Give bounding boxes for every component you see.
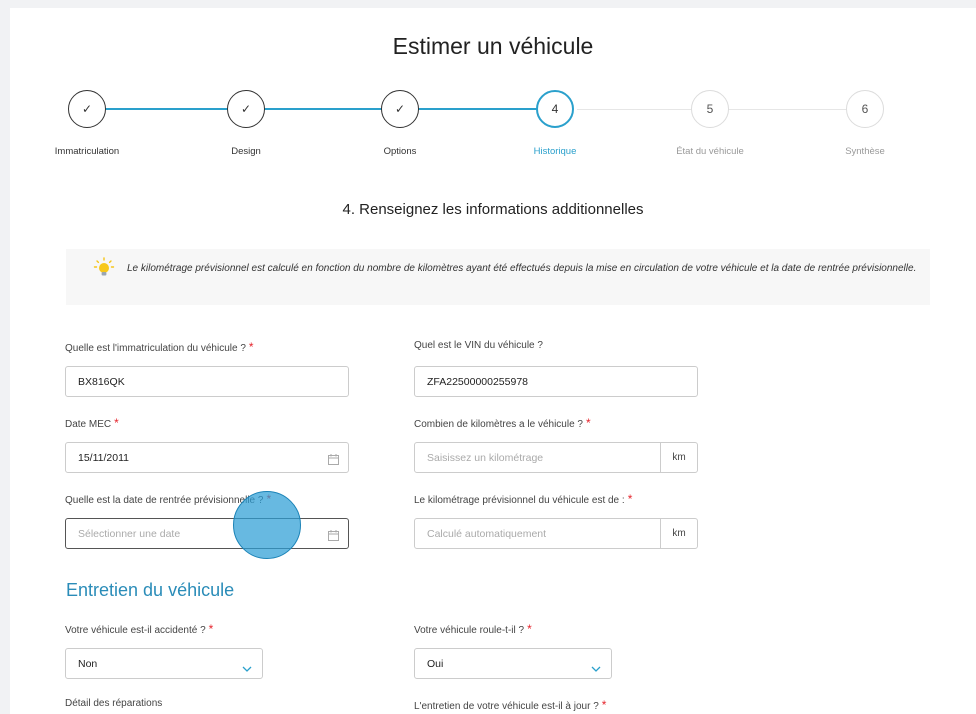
step-1-label[interactable]: Immatriculation: [27, 146, 147, 157]
calendar-icon[interactable]: [328, 528, 339, 541]
vin-label: Quel est le VIN du véhicule ?: [414, 340, 543, 351]
step-2-circle[interactable]: ✓: [227, 90, 265, 128]
step-1-circle[interactable]: ✓: [68, 90, 106, 128]
step-5-label[interactable]: État du véhicule: [650, 146, 770, 157]
step-3-circle[interactable]: ✓: [381, 90, 419, 128]
info-text: Le kilométrage prévisionnel est calculé …: [127, 263, 917, 274]
km-label: Combien de kilomètres a le véhicule ? *: [414, 416, 591, 430]
step-5-circle[interactable]: 5: [691, 90, 729, 128]
required-marker: *: [208, 622, 214, 636]
check-icon: ✓: [394, 102, 406, 116]
date-mec-input[interactable]: 15/11/2011: [65, 442, 349, 473]
check-icon: ✓: [81, 102, 93, 116]
vin-input[interactable]: ZFA22500000255978: [414, 366, 698, 397]
step-4-number: 4: [551, 102, 559, 116]
step-6-circle[interactable]: 6: [846, 90, 884, 128]
check-icon: ✓: [240, 102, 252, 116]
step-6-label[interactable]: Synthèse: [805, 146, 925, 157]
calendar-icon[interactable]: [328, 452, 339, 465]
km-prev-label: Le kilométrage prévisionnel du véhicule …: [414, 492, 633, 506]
click-indicator: [233, 491, 301, 559]
page-title: Estimer un véhicule: [392, 33, 594, 59]
reparations-label: Détail des réparations: [65, 698, 163, 709]
step-4-label[interactable]: Historique: [495, 146, 615, 157]
required-marker: *: [248, 340, 254, 354]
a-jour-label: L'entretien de votre véhicule est-il à j…: [414, 698, 607, 712]
form-card: Estimer un véhicule ✓ ✓ ✓ 4 5 6 Immatric…: [10, 8, 976, 714]
stepper-line-done: [87, 108, 539, 110]
required-marker: *: [114, 416, 119, 430]
chevron-down-icon: [591, 660, 601, 672]
required-marker: *: [585, 416, 591, 430]
roule-label: Votre véhicule roule-t-il ? *: [414, 622, 532, 636]
required-marker: *: [527, 622, 532, 636]
step-6-number: 6: [861, 102, 869, 116]
chevron-down-icon: [242, 660, 252, 672]
immat-input[interactable]: BX816QK: [65, 366, 349, 397]
step-subtitle: 4. Renseignez les informations additionn…: [342, 201, 644, 218]
step-4-circle[interactable]: 4: [536, 90, 574, 128]
lightbulb-icon: [93, 257, 115, 279]
required-marker: *: [627, 492, 633, 506]
km-prev-input: Calculé automatiquement km: [414, 518, 698, 549]
step-5-number: 5: [706, 102, 714, 116]
km-prev-unit: km: [660, 519, 697, 548]
step-3-label[interactable]: Options: [340, 146, 460, 157]
accidente-label: Votre véhicule est-il accidenté ? *: [65, 622, 214, 636]
accidente-select[interactable]: Non: [65, 648, 263, 679]
immat-label: Quelle est l'immatriculation du véhicule…: [65, 340, 254, 354]
roule-select[interactable]: Oui: [414, 648, 612, 679]
date-mec-label: Date MEC *: [65, 416, 119, 430]
info-box: Le kilométrage prévisionnel est calculé …: [66, 249, 930, 305]
km-input[interactable]: Saisissez un kilométrage km: [414, 442, 698, 473]
section-title: Entretien du véhicule: [66, 580, 235, 600]
date-rentree-input[interactable]: Sélectionner une date: [65, 518, 349, 549]
km-unit: km: [660, 443, 697, 472]
required-marker: *: [601, 698, 607, 712]
step-2-label[interactable]: Design: [186, 146, 306, 157]
